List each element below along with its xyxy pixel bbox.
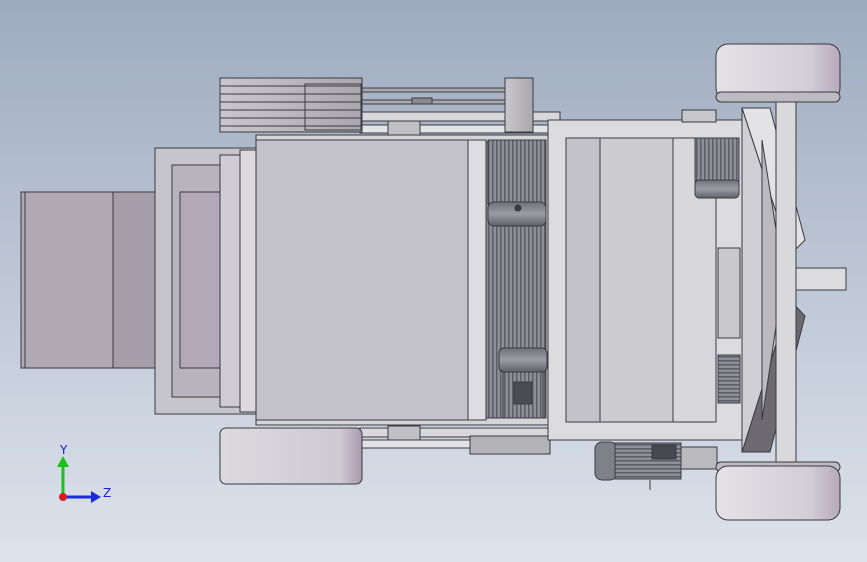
belt-pulley-stack (219, 77, 363, 133)
x-axis-dot (59, 493, 67, 501)
wheel-bottom-left (219, 427, 363, 485)
y-axis-label: Y (59, 443, 68, 457)
wheel-top-right (715, 43, 841, 103)
left-frame (154, 147, 261, 415)
cad-viewport[interactable]: Y Z (0, 0, 867, 562)
center-motor-top (487, 139, 547, 227)
wheel-bottom-right (715, 461, 841, 521)
right-axle (775, 99, 797, 466)
center-motor-bottom (498, 347, 548, 419)
right-inner-mechanism (717, 247, 741, 404)
machine-drawing: Y Z (0, 0, 867, 562)
drive-motor-left (20, 191, 158, 369)
z-axis-label: Z (103, 486, 111, 500)
